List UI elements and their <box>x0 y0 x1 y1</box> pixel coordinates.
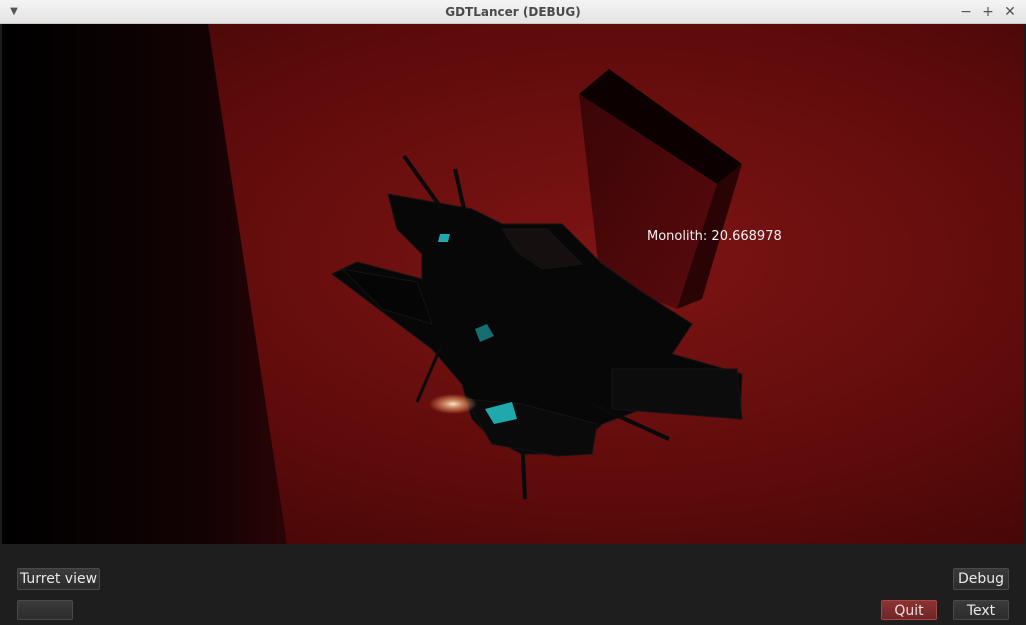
game-window: ▼ GDTLancer (DEBUG) − + ✕ Monolith: 20.6… <box>0 0 1026 625</box>
maximize-icon[interactable]: + <box>980 4 996 20</box>
blank-button[interactable] <box>17 600 73 620</box>
text-button[interactable]: Text <box>953 600 1009 620</box>
debug-button[interactable]: Debug <box>953 568 1009 590</box>
hud-panel: Turret view Debug Quit Text <box>0 544 1026 625</box>
turret-view-button[interactable]: Turret view <box>17 568 100 590</box>
monolith-distance-label: Monolith: 20.668978 <box>647 229 782 244</box>
minimize-icon[interactable]: − <box>958 4 974 20</box>
game-viewport[interactable]: Monolith: 20.668978 <box>2 24 1024 544</box>
window-title: GDTLancer (DEBUG) <box>445 5 581 19</box>
3d-scene <box>2 24 1024 544</box>
quit-button[interactable]: Quit <box>881 600 937 620</box>
title-bar: ▼ GDTLancer (DEBUG) − + ✕ <box>0 0 1026 24</box>
engine-glow <box>429 394 477 414</box>
close-icon[interactable]: ✕ <box>1002 4 1018 20</box>
